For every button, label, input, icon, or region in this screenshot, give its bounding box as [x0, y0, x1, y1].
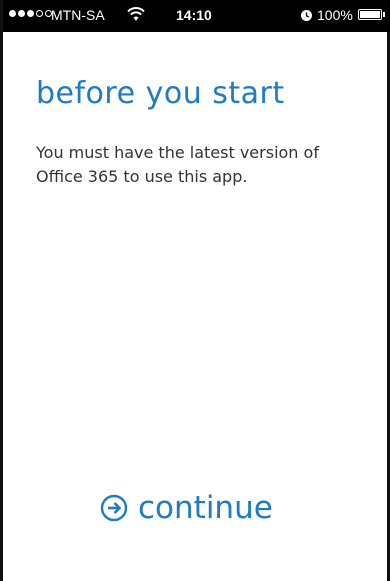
app-screen: MTN-SA 14:10 100% before you start You m…: [0, 0, 390, 581]
alarm-icon: [301, 10, 312, 21]
signal-strength-indicator: [9, 10, 52, 17]
signal-dot: [36, 10, 43, 17]
wifi-icon: [127, 7, 145, 21]
page-title: before you start: [36, 76, 285, 111]
version-requirement-message: You must have the latest version of Offi…: [36, 143, 319, 186]
status-bar: MTN-SA 14:10 100%: [3, 0, 390, 32]
signal-dot: [9, 10, 16, 17]
arrow-circle-right-icon: [100, 494, 128, 522]
continue-button[interactable]: continue: [100, 488, 273, 528]
battery-level-fill: [360, 11, 380, 18]
battery-percentage: 100%: [317, 7, 353, 23]
continue-label: continue: [138, 490, 273, 526]
signal-dot: [18, 10, 25, 17]
carrier-name: MTN-SA: [51, 7, 105, 23]
clock-time: 14:10: [176, 7, 212, 23]
battery-icon: [358, 9, 382, 20]
battery-tip: [383, 12, 385, 17]
signal-dot: [27, 10, 34, 17]
